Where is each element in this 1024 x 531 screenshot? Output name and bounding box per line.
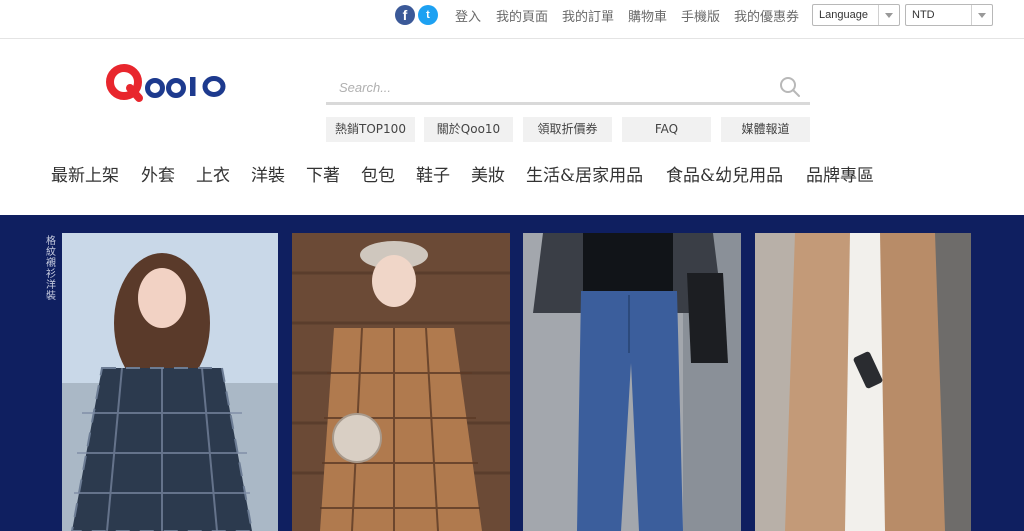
category-brand-zone[interactable]: 品牌專區 bbox=[806, 161, 874, 186]
category-bottoms[interactable]: 下著 bbox=[306, 161, 340, 186]
banner-vertical-caption: 格紋襯衫洋裝 bbox=[46, 236, 56, 302]
my-coupons-link[interactable]: 我的優惠券 bbox=[734, 6, 799, 25]
category-new-arrivals[interactable]: 最新上架 bbox=[51, 161, 119, 186]
currency-select[interactable]: NTD bbox=[905, 4, 993, 26]
category-shoes[interactable]: 鞋子 bbox=[416, 161, 450, 186]
currency-select-value: NTD bbox=[912, 9, 935, 21]
media-reports-button[interactable]: 媒體報道 bbox=[721, 117, 810, 142]
top-bar: f t 登入 我的頁面 我的訂單 購物車 手機版 我的優惠券 Language … bbox=[0, 0, 1024, 39]
about-qoo10-button[interactable]: 關於Qoo10 bbox=[424, 117, 513, 142]
category-beauty[interactable]: 美妝 bbox=[471, 161, 505, 186]
twitter-icon[interactable]: t bbox=[418, 5, 438, 25]
banner-photo-camel-vest[interactable] bbox=[755, 233, 971, 531]
logo-q-icon bbox=[106, 64, 143, 102]
language-select[interactable]: Language bbox=[812, 4, 900, 26]
login-link[interactable]: 登入 bbox=[455, 6, 481, 25]
mobile-version-link[interactable]: 手機版 bbox=[681, 6, 720, 25]
category-food-baby[interactable]: 食品&幼兒用品 bbox=[666, 161, 783, 186]
search-input[interactable] bbox=[327, 72, 767, 102]
banner-photo-blue-jeans[interactable] bbox=[523, 233, 741, 531]
my-orders-link[interactable]: 我的訂單 bbox=[562, 6, 614, 25]
banner-photo-plaid-dress-beret[interactable] bbox=[292, 233, 510, 531]
chevron-down-icon bbox=[971, 5, 992, 25]
my-page-link[interactable]: 我的頁面 bbox=[496, 6, 548, 25]
faq-button[interactable]: FAQ bbox=[622, 117, 711, 142]
qoo10-logo[interactable] bbox=[104, 58, 234, 106]
language-select-value: Language bbox=[819, 9, 868, 21]
category-dresses[interactable]: 洋裝 bbox=[251, 161, 285, 186]
top100-button[interactable]: 熱銷TOP100 bbox=[326, 117, 415, 142]
get-coupons-button[interactable]: 領取折價券 bbox=[523, 117, 612, 142]
category-tops[interactable]: 上衣 bbox=[196, 161, 230, 186]
logo-oo10-text bbox=[145, 76, 226, 98]
banner-photo-plaid-shirt-dress[interactable] bbox=[62, 233, 278, 531]
category-bags[interactable]: 包包 bbox=[361, 161, 395, 186]
chevron-down-icon bbox=[878, 5, 899, 25]
facebook-icon[interactable]: f bbox=[395, 5, 415, 25]
search-underline bbox=[326, 102, 810, 105]
category-outerwear[interactable]: 外套 bbox=[141, 161, 175, 186]
category-home-living[interactable]: 生活&居家用品 bbox=[526, 161, 643, 186]
cart-link[interactable]: 購物車 bbox=[628, 6, 667, 25]
search-icon[interactable] bbox=[779, 76, 801, 98]
